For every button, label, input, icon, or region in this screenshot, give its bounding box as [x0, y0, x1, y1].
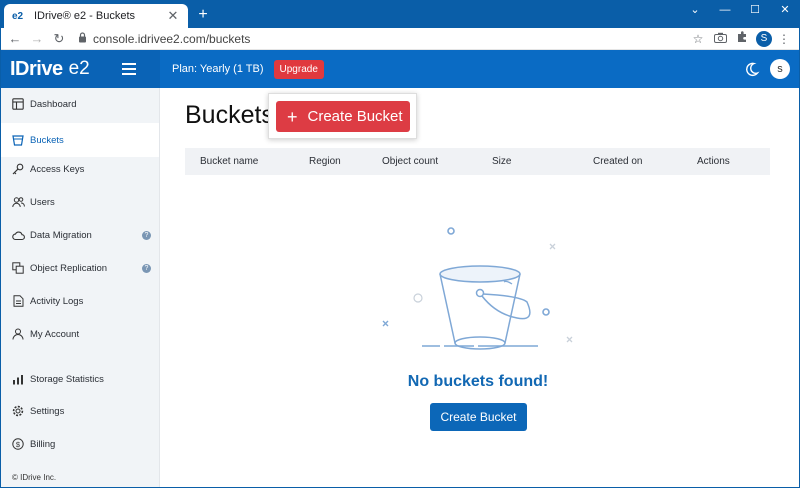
close-window-icon[interactable]: ✕ [770, 0, 800, 22]
user-avatar[interactable]: s [770, 59, 790, 79]
log-icon [11, 294, 25, 308]
empty-bucket-illustration [378, 222, 578, 357]
sidebar-item-users[interactable]: Users [0, 187, 159, 217]
dashboard-icon [11, 97, 25, 111]
sidebar-item-activity-logs[interactable]: Activity Logs [0, 286, 159, 316]
url-text: console.idrivee2.com/buckets [93, 31, 251, 46]
extensions-icon[interactable] [732, 30, 752, 48]
plan-label: Plan: Yearly (1 TB) [172, 63, 264, 75]
reload-icon[interactable]: ↻ [50, 30, 68, 48]
sidebar-item-my-account[interactable]: My Account [0, 319, 159, 349]
lock-icon [78, 31, 87, 46]
sidebar-item-access-keys[interactable]: Access Keys [0, 154, 159, 184]
maximize-icon[interactable]: ☐ [740, 0, 770, 22]
logo-e2: e2 [68, 58, 90, 79]
create-bucket-label: Create Bucket [307, 108, 403, 125]
hamburger-menu-icon[interactable] [121, 63, 136, 75]
copyright-text: © IDrive Inc. [12, 473, 57, 482]
users-icon [11, 195, 25, 209]
tab-search-icon[interactable]: ⌄ [680, 0, 710, 22]
create-bucket-highlight-button[interactable]: + Create Bucket [276, 101, 410, 132]
sidebar-item-label: Object Replication [30, 262, 108, 274]
plus-icon: + [287, 106, 298, 127]
favicon-icon: e2 [12, 10, 24, 22]
minimize-icon[interactable]: — [710, 0, 740, 22]
app-header: IDrive e2 Plan: Yearly (1 TB) Upgrade s [0, 50, 800, 88]
tab-close-icon[interactable]: ✕ [166, 8, 180, 24]
column-header-size[interactable]: Size [492, 156, 511, 167]
sidebar-item-label: Storage Statistics [30, 373, 104, 385]
chart-icon [11, 372, 25, 386]
sidebar-item-object-replication[interactable]: Object Replication ? [0, 253, 159, 283]
browser-menu-icon[interactable]: ⋮ [774, 30, 794, 48]
sidebar-item-label: Billing [30, 438, 56, 450]
key-icon [11, 162, 25, 176]
sidebar-item-label: Dashboard [30, 98, 77, 110]
back-icon[interactable]: ← [6, 30, 24, 48]
column-header-region[interactable]: Region [309, 156, 341, 167]
sidebar-item-storage-statistics[interactable]: Storage Statistics [0, 364, 159, 394]
sidebar-item-dashboard[interactable]: Dashboard [0, 89, 159, 119]
sidebar-item-label: Users [30, 196, 55, 208]
new-tab-icon[interactable]: + [194, 6, 212, 24]
empty-state-message: No buckets found! [407, 373, 549, 390]
cloud-icon [11, 228, 25, 242]
address-bar[interactable]: console.idrivee2.com/buckets [78, 32, 686, 46]
column-header-actions: Actions [697, 156, 730, 167]
sidebar: Dashboard Buckets Access Keys Users Data… [0, 88, 160, 488]
sidebar-item-label: Data Migration [30, 229, 92, 241]
column-header-created-on[interactable]: Created on [593, 156, 642, 167]
browser-toolbar: ← → ↻ console.idrivee2.com/buckets ☆ S ⋮ [0, 28, 800, 50]
create-bucket-button[interactable]: Create Bucket [430, 403, 527, 431]
replication-icon [11, 261, 25, 275]
idrive-logo[interactable]: IDrive [10, 58, 63, 81]
tab-title: IDrive® e2 - Buckets [34, 10, 136, 22]
svg-text:$: $ [16, 440, 21, 449]
logo-area: IDrive e2 [0, 50, 160, 88]
sidebar-item-data-migration[interactable]: Data Migration ? [0, 220, 159, 250]
column-header-object-count[interactable]: Object count [382, 156, 438, 167]
sidebar-item-billing[interactable]: $ Billing [0, 429, 159, 459]
buckets-table-header: Bucket name Region Object count Size Cre… [185, 148, 770, 175]
sidebar-item-label: My Account [30, 328, 80, 340]
dark-mode-moon-icon[interactable] [744, 61, 760, 77]
sidebar-item-settings[interactable]: Settings [0, 396, 159, 426]
toolbar-icons: ☆ S ⋮ [686, 30, 794, 48]
sidebar-item-label: Settings [30, 405, 65, 417]
sidebar-item-label: Buckets [30, 134, 64, 146]
dollar-icon: $ [11, 437, 25, 451]
bookmark-star-icon[interactable]: ☆ [688, 30, 708, 48]
browser-profile-avatar[interactable]: S [756, 30, 772, 47]
browser-tab[interactable]: e2 IDrive® e2 - Buckets ✕ [4, 4, 188, 28]
gear-icon [11, 404, 25, 418]
sidebar-item-label: Access Keys [30, 163, 85, 175]
help-icon[interactable]: ? [142, 230, 151, 240]
sidebar-item-label: Activity Logs [30, 295, 84, 307]
help-icon[interactable]: ? [142, 263, 151, 273]
camera-icon[interactable] [710, 30, 730, 48]
forward-icon[interactable]: → [28, 30, 46, 48]
sidebar-item-buckets[interactable]: Buckets [0, 123, 159, 157]
upgrade-button[interactable]: Upgrade [273, 59, 324, 79]
browser-tab-strip: e2 IDrive® e2 - Buckets ✕ + ⌄ — ☐ ✕ [0, 0, 800, 28]
bucket-icon [11, 133, 25, 147]
page-title: Buckets [185, 101, 274, 129]
column-header-bucket-name[interactable]: Bucket name [200, 156, 258, 167]
create-bucket-popover: + Create Bucket [268, 93, 417, 139]
window-controls: ⌄ — ☐ ✕ [680, 0, 800, 22]
person-icon [11, 327, 25, 341]
